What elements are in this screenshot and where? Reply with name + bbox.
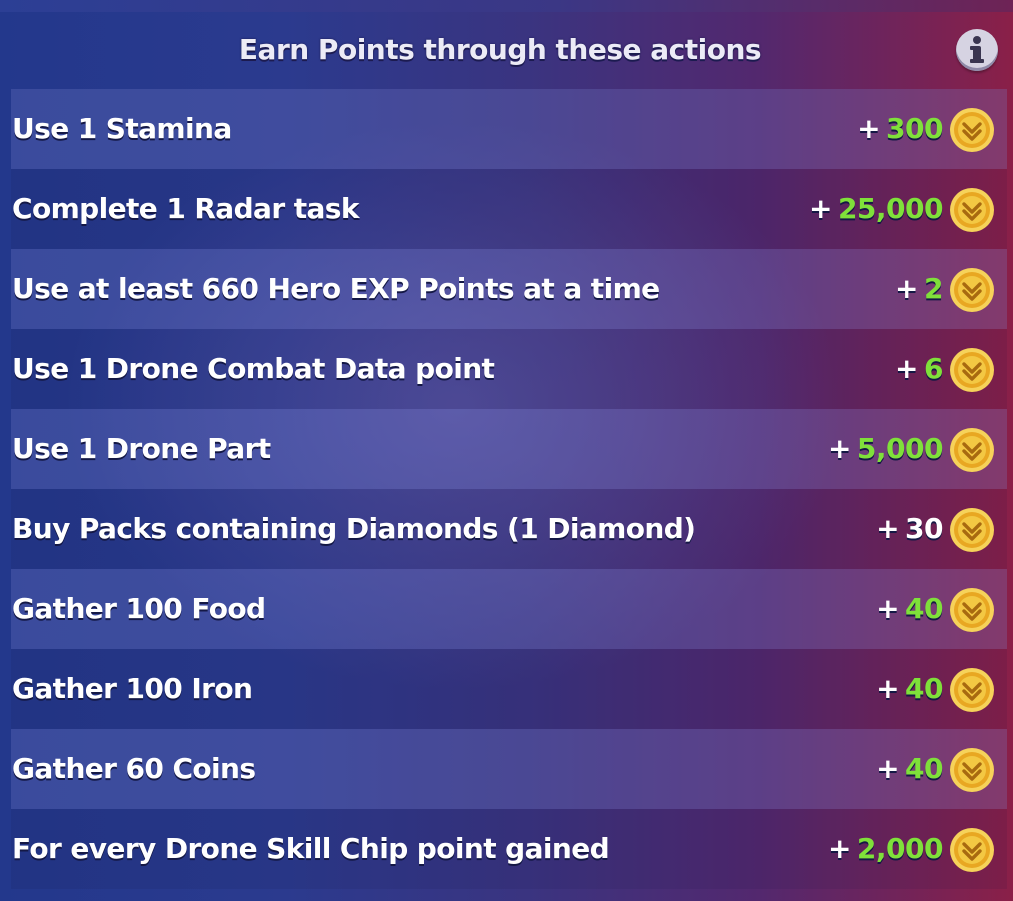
point-coin-icon [950, 588, 994, 632]
reward-amount: 40 [905, 752, 943, 785]
reward-plus: + [895, 352, 919, 385]
action-reward: +2,000 [827, 809, 944, 889]
action-row: Use 1 Stamina +300 [11, 89, 1007, 169]
action-label: Gather 100 Iron [12, 672, 253, 705]
point-coin-icon [950, 108, 994, 152]
reward-plus: + [876, 672, 900, 705]
action-row: Complete 1 Radar task +25,000 [11, 169, 1007, 249]
panel-title: Earn Points through these actions [238, 33, 762, 66]
action-reward: +25,000 [808, 169, 944, 249]
point-coin-icon [950, 428, 994, 472]
reward-plus: + [827, 432, 851, 465]
top-border [0, 0, 1013, 12]
action-label: Gather 100 Food [12, 592, 266, 625]
action-label: Use at least 660 Hero EXP Points at a ti… [12, 272, 660, 305]
actions-list: Use 1 Stamina +300 Complete 1 Radar task… [11, 89, 1007, 889]
point-coin-icon [950, 668, 994, 712]
point-coin-icon [950, 348, 994, 392]
panel-header: Earn Points through these actions [0, 12, 1013, 88]
reward-amount: 40 [905, 672, 943, 705]
action-row: Gather 100 Iron +40 [11, 649, 1007, 729]
action-label: Buy Packs containing Diamonds (1 Diamond… [12, 512, 696, 545]
reward-plus: + [876, 752, 900, 785]
reward-amount: 25,000 [837, 192, 944, 225]
action-reward: +300 [857, 89, 943, 169]
action-label: Use 1 Drone Part [12, 432, 271, 465]
reward-amount: 40 [905, 592, 943, 625]
action-row: Gather 60 Coins +40 [11, 729, 1007, 809]
action-reward: +2 [895, 249, 943, 329]
action-reward: +30 [876, 489, 943, 569]
reward-amount: 300 [886, 112, 943, 145]
point-coin-icon [950, 508, 994, 552]
action-row: Buy Packs containing Diamonds (1 Diamond… [11, 489, 1007, 569]
point-coin-icon [950, 188, 994, 232]
reward-amount: 5,000 [856, 432, 944, 465]
action-row: Gather 100 Food +40 [11, 569, 1007, 649]
action-row: Use 1 Drone Part +5,000 [11, 409, 1007, 489]
reward-plus: + [827, 832, 851, 865]
action-reward: +40 [876, 649, 943, 729]
action-label: For every Drone Skill Chip point gained [12, 832, 610, 865]
action-reward: +40 [876, 569, 943, 649]
action-label: Use 1 Drone Combat Data point [12, 352, 495, 385]
reward-plus: + [808, 192, 832, 225]
action-reward: +40 [876, 729, 943, 809]
point-coin-icon [950, 748, 994, 792]
point-coin-icon [950, 828, 994, 872]
action-label: Gather 60 Coins [12, 752, 256, 785]
reward-plus: + [857, 112, 881, 145]
reward-amount: 30 [905, 512, 943, 545]
info-icon[interactable] [956, 29, 998, 71]
reward-amount: 2 [924, 272, 943, 305]
action-row: Use 1 Drone Combat Data point +6 [11, 329, 1007, 409]
action-reward: +6 [895, 329, 943, 409]
action-label: Use 1 Stamina [12, 112, 232, 145]
reward-amount: 6 [924, 352, 943, 385]
reward-plus: + [895, 272, 919, 305]
point-coin-icon [950, 268, 994, 312]
action-row: Use at least 660 Hero EXP Points at a ti… [11, 249, 1007, 329]
action-row: For every Drone Skill Chip point gained … [11, 809, 1007, 889]
action-label: Complete 1 Radar task [12, 192, 359, 225]
reward-plus: + [876, 512, 900, 545]
reward-plus: + [876, 592, 900, 625]
reward-amount: 2,000 [856, 832, 944, 865]
action-reward: +5,000 [827, 409, 944, 489]
